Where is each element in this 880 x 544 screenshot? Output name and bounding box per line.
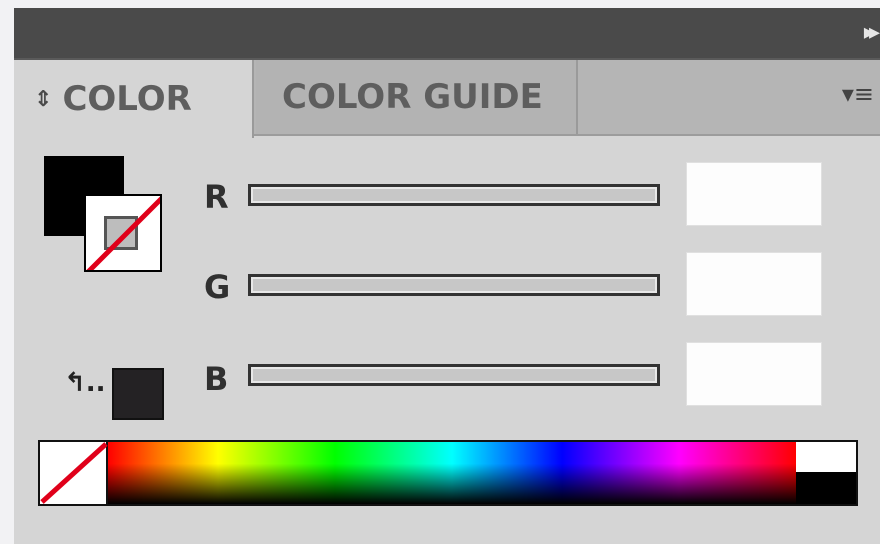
value-field-r[interactable] <box>686 162 822 226</box>
color-spectrum[interactable] <box>108 442 796 504</box>
white-swatch[interactable] <box>796 442 856 472</box>
tab-color-label: COLOR <box>62 79 192 119</box>
color-spectrum-bar <box>38 440 858 506</box>
color-panel: ▸▸ ⇕ COLOR COLOR GUIDE ▾≡ ↰.. R G B <box>14 8 880 544</box>
none-slash-icon <box>40 442 108 504</box>
panel-menu-icon[interactable]: ▾≡ <box>842 82 874 106</box>
channel-label-r: R <box>204 178 229 216</box>
none-color-swatch[interactable] <box>40 442 108 504</box>
tab-row: ⇕ COLOR COLOR GUIDE ▾≡ <box>14 60 880 138</box>
up-down-arrows-icon[interactable]: ⇕ <box>34 87 52 112</box>
double-arrow-right-icon[interactable]: ▸▸ <box>864 22 880 44</box>
channel-label-b: B <box>204 360 229 398</box>
value-field-g[interactable] <box>686 252 822 316</box>
black-swatch[interactable] <box>796 472 856 504</box>
slider-g[interactable] <box>248 274 660 296</box>
channel-label-g: G <box>204 268 231 306</box>
tab-color-guide-label: COLOR GUIDE <box>282 77 543 117</box>
last-color-swatch[interactable] <box>112 368 164 420</box>
tab-color[interactable]: ⇕ COLOR <box>14 60 254 138</box>
slider-r[interactable] <box>248 184 660 206</box>
stroke-swatch[interactable] <box>84 194 162 272</box>
panel-titlebar[interactable]: ▸▸ <box>14 8 880 60</box>
tab-color-guide[interactable]: COLOR GUIDE <box>256 60 578 134</box>
value-field-b[interactable] <box>686 342 822 406</box>
none-slash-icon <box>86 196 160 270</box>
swap-arrow-icon[interactable]: ↰.. <box>64 368 106 398</box>
slider-b[interactable] <box>248 364 660 386</box>
